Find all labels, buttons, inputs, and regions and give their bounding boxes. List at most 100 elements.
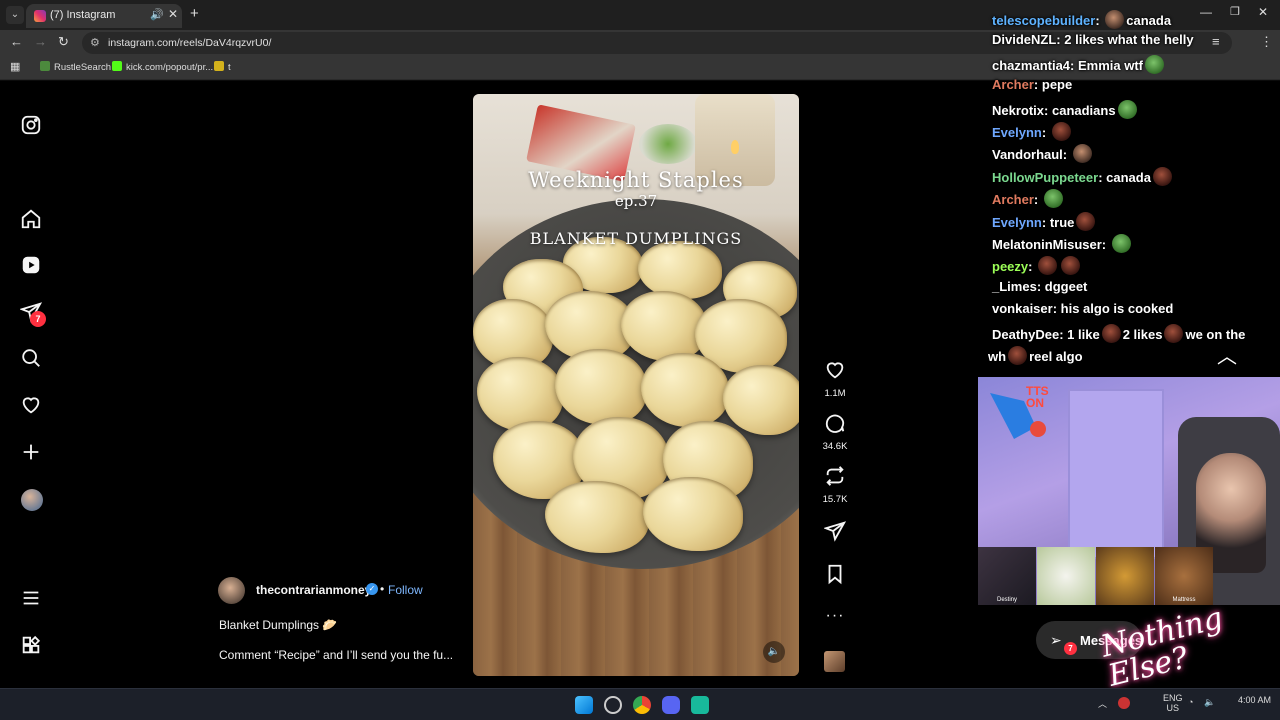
back-button[interactable]: ← <box>10 34 23 49</box>
dumpling <box>643 477 743 551</box>
tab-close-icon[interactable]: ✕ <box>168 7 178 21</box>
chat-username[interactable]: peezy <box>992 259 1028 274</box>
chat-username[interactable]: HollowPuppeteer <box>992 170 1098 185</box>
notifications-badge: 7 <box>30 311 46 327</box>
brown-emote-icon <box>1101 323 1121 343</box>
tab-title: (7) Instagram <box>50 9 116 21</box>
chat-text: his algo is cooked <box>1060 301 1174 317</box>
reels-icon[interactable] <box>20 254 44 278</box>
instagram-favicon-icon <box>34 10 46 22</box>
forward-button[interactable]: → <box>34 34 47 49</box>
chrome-icon[interactable] <box>633 696 651 714</box>
start-windows-icon[interactable] <box>575 696 593 714</box>
discord-icon[interactable] <box>662 696 680 714</box>
separator-dot: • <box>380 582 385 596</box>
comment-count: 34.6K <box>822 441 848 452</box>
save-button[interactable] <box>821 563 849 590</box>
video-episode: ep.37 <box>614 192 658 210</box>
reel-video[interactable]: Weeknight Staples ep.37 BLANKET DUMPLING… <box>473 94 799 676</box>
chat-username[interactable]: Vandorhaul <box>992 147 1063 162</box>
mute-toggle-icon[interactable]: 🔈 <box>763 641 785 663</box>
dumpling <box>621 291 707 361</box>
browser-tab-instagram[interactable]: (7) Instagram 🔊 ✕ <box>26 4 182 28</box>
repost-arrows-icon <box>826 466 844 486</box>
bookmark-kick[interactable]: kick.com/popout/pr... <box>112 61 213 73</box>
language-indicator[interactable]: ENG US <box>1163 693 1183 713</box>
frog-emote-icon <box>1117 99 1137 119</box>
profile-avatar[interactable] <box>21 489 43 511</box>
apps-grid-icon[interactable]: ▦ <box>10 60 20 73</box>
chat-username[interactable]: Nekrotix <box>992 103 1044 118</box>
bookmark-label: RustleSearch <box>54 62 112 73</box>
new-tab-button[interactable]: + <box>190 5 199 22</box>
bookmark-t[interactable]: t <box>214 61 231 73</box>
author-username[interactable]: thecontrarianmoney <box>256 583 371 597</box>
brown-emote-icon <box>1164 323 1184 343</box>
share-button[interactable] <box>821 520 849 547</box>
volume-icon[interactable]: 🔈 <box>1204 697 1215 708</box>
chat-text: canada <box>1126 13 1172 28</box>
face-emote-icon <box>1072 144 1092 164</box>
chat-text: true <box>1049 214 1075 230</box>
chat-message: HollowPuppeteer: canada <box>992 166 1174 186</box>
home-icon[interactable] <box>20 208 44 232</box>
chat-username[interactable]: Archer <box>992 192 1034 207</box>
follow-button[interactable]: Follow <box>388 583 423 597</box>
app-circle-icon[interactable] <box>604 696 622 714</box>
network-icon[interactable]: ◔ <box>1188 697 1193 707</box>
messages-badge: 7 <box>1064 642 1077 655</box>
chat-username[interactable]: telescopebuilder <box>992 13 1095 28</box>
like-button[interactable]: 1.1M <box>821 359 849 399</box>
tab-search-button[interactable]: ⌄ <box>6 6 24 24</box>
post-caption-truncated[interactable]: Comment “Recipe” and I’ll send you the f… <box>219 648 453 662</box>
chat-username[interactable]: DivideNZL <box>992 32 1056 47</box>
audio-app-icon[interactable] <box>691 696 709 714</box>
audio-thumbnail[interactable] <box>824 651 845 672</box>
chat-username[interactable]: Evelynn <box>992 215 1042 230</box>
chat-text: 1 like <box>1067 326 1100 342</box>
instagram-logo-icon[interactable] <box>20 114 44 138</box>
frog-emote-icon <box>1145 54 1165 74</box>
url-text: instagram.com/reels/DaV4rqzvrU0/ <box>108 37 272 49</box>
stream-chat-overlay: telescopebuilder: canada DivideNZL: 2 lik… <box>986 0 1280 372</box>
site-info-icon[interactable]: ⚙ <box>90 36 100 49</box>
brown-emote-icon <box>1152 166 1172 186</box>
more-options-icon[interactable]: ··· <box>821 607 849 625</box>
chat-username[interactable]: DeathyDee <box>992 327 1059 342</box>
chat-username[interactable]: Archer <box>992 77 1034 92</box>
reload-button[interactable]: ↻ <box>58 34 69 50</box>
dumpling <box>641 353 729 427</box>
chat-text: Emmia wtf <box>1078 57 1144 73</box>
search-icon[interactable] <box>20 347 44 371</box>
brown-emote-icon <box>1076 211 1096 231</box>
chat-message: MelatoninMisuser: <box>992 234 1133 253</box>
webcam-door <box>1068 389 1164 559</box>
create-plus-icon[interactable] <box>20 441 44 465</box>
bookmark-label: t <box>228 62 231 73</box>
chat-username[interactable]: vonkaiser <box>992 301 1053 316</box>
menu-hamburger-icon[interactable] <box>20 587 44 611</box>
featured-thumbnails: Destiny Mattress <box>978 547 1214 605</box>
chat-message-continuation: wh reel algo <box>988 346 1083 365</box>
repost-button[interactable]: 15.7K <box>821 465 849 505</box>
chevron-up-icon[interactable]: ︿ <box>1208 338 1246 376</box>
brown-emote-icon <box>1061 256 1081 276</box>
chat-text: dggeet <box>1044 278 1088 294</box>
tray-app-icon[interactable] <box>1118 697 1130 709</box>
tray-expand-icon[interactable]: ︿ <box>1098 697 1107 710</box>
tab-audio-icon[interactable]: 🔊 <box>150 8 164 21</box>
chat-username[interactable]: MelatoninMisuser <box>992 237 1102 252</box>
chat-username[interactable]: Evelynn <box>992 125 1042 140</box>
clock-time[interactable]: 4:00 AM <box>1238 695 1271 705</box>
bookmark-rustlesearch[interactable]: RustleSearch <box>40 61 111 73</box>
chat-message: DivideNZL: 2 likes what the helly <box>992 32 1194 48</box>
more-apps-icon[interactable] <box>20 634 44 658</box>
scallion-bowl <box>639 124 697 164</box>
like-count: 1.1M <box>824 388 846 399</box>
heart-icon[interactable] <box>20 394 44 418</box>
chat-message: Nekrotix: canadians <box>992 99 1139 119</box>
chat-username[interactable]: chazmantia4 <box>992 58 1070 73</box>
author-avatar[interactable] <box>218 577 245 604</box>
comment-button[interactable]: 34.6K <box>821 412 849 452</box>
chat-username[interactable]: _Limes <box>992 279 1037 294</box>
